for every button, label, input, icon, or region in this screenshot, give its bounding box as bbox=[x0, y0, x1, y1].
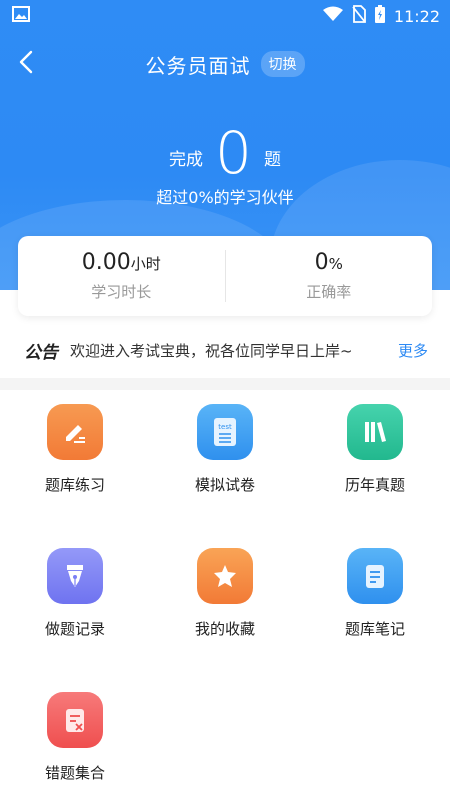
menu-item-label: 模拟试卷 bbox=[194, 476, 255, 494]
back-button[interactable] bbox=[12, 50, 40, 78]
pen-nib-icon bbox=[47, 548, 103, 604]
study-time-stat: 0.00小时 学习时长 bbox=[18, 250, 225, 302]
menu-item-past-papers[interactable]: 历年真题 bbox=[300, 390, 450, 520]
menu-item-label: 题库笔记 bbox=[344, 620, 405, 638]
accuracy-unit: % bbox=[328, 255, 343, 273]
completed-count: 完成 0 题 bbox=[0, 112, 450, 182]
menu-item-practice-record[interactable]: 做题记录 bbox=[0, 534, 150, 664]
menu-item-label: 历年真题 bbox=[344, 476, 405, 494]
status-time: 11:22 bbox=[393, 6, 440, 26]
surpass-text: 超过0%的学习伙伴 bbox=[156, 188, 294, 207]
star-icon bbox=[197, 548, 253, 604]
notice-more-link[interactable]: 更多 bbox=[398, 340, 428, 361]
accuracy-label: 正确率 bbox=[306, 283, 352, 301]
stats-card: 0.00小时 学习时长 0% 正确率 bbox=[18, 236, 432, 316]
completed-suffix: 题 bbox=[263, 150, 281, 170]
menu-item-label: 错题集合 bbox=[44, 764, 105, 782]
wrong-note-icon bbox=[47, 692, 103, 748]
battery-charging-icon bbox=[374, 4, 386, 28]
completed-number: 0 bbox=[215, 119, 252, 187]
menu-item-question-bank[interactable]: 题库练习 bbox=[0, 390, 150, 520]
menu-item-wrong-questions[interactable]: 错题集合 bbox=[0, 678, 150, 800]
no-sim-icon bbox=[352, 5, 366, 27]
menu-item-label: 做题记录 bbox=[44, 620, 105, 638]
test-paper-icon: test bbox=[197, 404, 253, 460]
image-notification-icon bbox=[12, 6, 30, 26]
accuracy-value: 0 bbox=[314, 250, 329, 275]
study-time-unit: 小时 bbox=[130, 255, 161, 273]
notice-bar[interactable]: 公告 欢迎进入考试宝典，祝各位同学早日上岸~ 更多 bbox=[0, 332, 450, 368]
books-icon bbox=[347, 404, 403, 460]
menu-item-favorites[interactable]: 我的收藏 bbox=[150, 534, 300, 664]
page-title: 公务员面试 bbox=[145, 53, 251, 78]
notice-text: 欢迎进入考试宝典，祝各位同学早日上岸~ bbox=[70, 341, 353, 360]
nav-bar: 公务员面试 切换 bbox=[0, 44, 450, 84]
chevron-left-icon bbox=[19, 50, 33, 78]
completed-prefix: 完成 bbox=[169, 150, 204, 170]
study-time-label: 学习时长 bbox=[91, 283, 152, 301]
switch-button[interactable]: 切换 bbox=[260, 51, 305, 77]
study-time-value: 0.00 bbox=[81, 250, 131, 275]
note-icon bbox=[347, 548, 403, 604]
wifi-icon bbox=[322, 6, 344, 26]
notice-tag: 公告 bbox=[24, 342, 58, 363]
section-divider bbox=[0, 378, 450, 390]
menu-item-label: 我的收藏 bbox=[194, 620, 255, 638]
menu-item-notes[interactable]: 题库笔记 bbox=[300, 534, 450, 664]
svg-text:test: test bbox=[218, 423, 232, 431]
menu-item-mock-exam[interactable]: test 模拟试卷 bbox=[150, 390, 300, 520]
pencil-icon bbox=[47, 404, 103, 460]
status-bar: 11:22 bbox=[0, 0, 450, 32]
menu-item-label: 题库练习 bbox=[44, 476, 105, 494]
accuracy-stat: 0% 正确率 bbox=[226, 250, 433, 302]
